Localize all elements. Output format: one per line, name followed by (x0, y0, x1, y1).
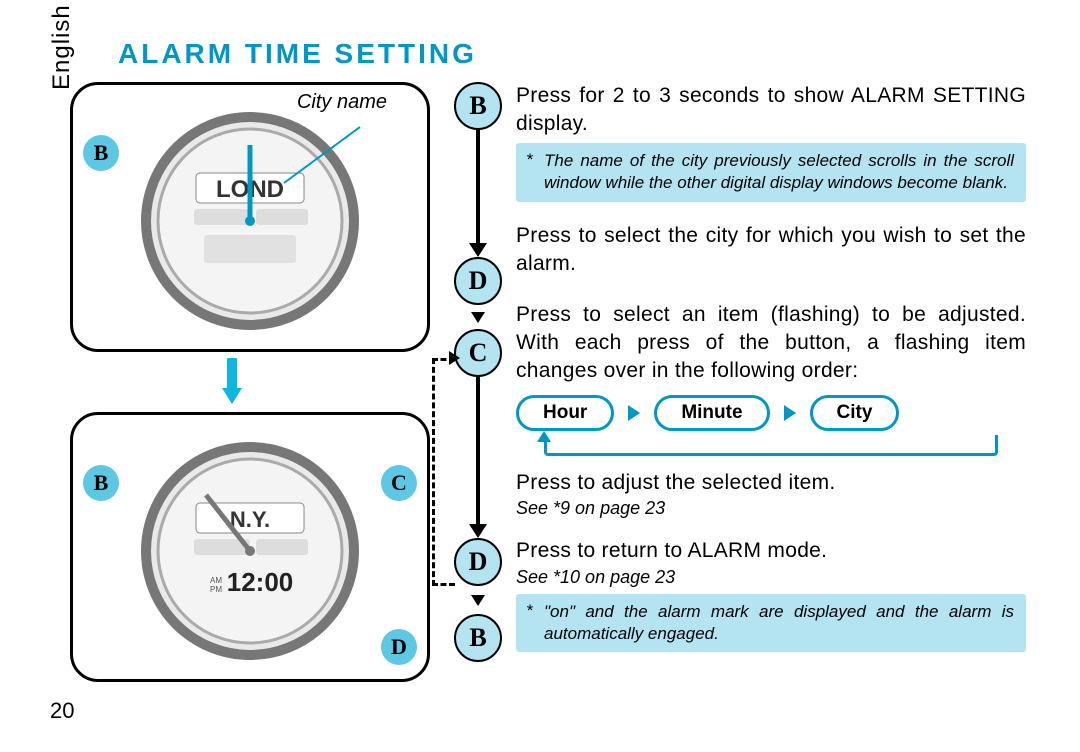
button-d-marker: D (381, 629, 417, 665)
button-b-marker: B (83, 135, 119, 171)
step-b1-note: * The name of the city previously select… (516, 143, 1026, 202)
step-b2-text: Press to return to ALARM mode. (516, 537, 1026, 565)
flow-bubble-b2: B (454, 614, 502, 662)
step-b1-text: Press for 2 to 3 seconds to show ALARM S… (516, 82, 1026, 137)
svg-text:AM: AM (210, 576, 222, 585)
flow-arrow-down-left (220, 358, 430, 406)
flow-loop-arrowhead (449, 351, 460, 365)
step-d2-text: Press to adjust the selected item. (516, 469, 1026, 497)
item-sequence: Hour Minute City (516, 395, 1026, 431)
page-number: 20 (50, 698, 74, 724)
step-b2-note: * "on" and the alarm mark are displayed … (516, 594, 1026, 653)
watch-face-1: LOND (134, 105, 366, 337)
watch-panel-1: City name B LOND (70, 82, 430, 352)
flow-bubble-d1: D (454, 257, 502, 305)
button-c-marker: C (381, 465, 417, 501)
flow-bubble-b1: B (454, 82, 502, 130)
seq-loop-line (544, 435, 998, 456)
language-label: English (48, 4, 76, 90)
page-title: ALARM TIME SETTING (118, 38, 1026, 70)
step-b2-ref: See *10 on page 23 (516, 567, 1026, 588)
svg-text:N.Y.: N.Y. (230, 507, 270, 532)
flow-bubble-d2: D (454, 538, 502, 586)
illustration-column: City name B LOND (70, 82, 430, 682)
step-d2-ref: See *9 on page 23 (516, 498, 1026, 519)
svg-text:PM: PM (210, 585, 222, 594)
seq-loop-arrow (537, 431, 551, 442)
step-b2-note-text: "on" and the alarm mark are displayed an… (544, 602, 1014, 643)
flow-bubble-c1: C (454, 329, 502, 377)
seq-arrow-1 (628, 405, 640, 421)
button-b-marker-2: B (83, 465, 119, 501)
svg-text:12:00: 12:00 (227, 567, 294, 597)
flow-loop-dashed (432, 358, 455, 586)
watch-face-2: N.Y. AM PM 12:00 (134, 435, 366, 667)
flow-strip: B D C D B (452, 82, 504, 722)
seq-city: City (810, 395, 900, 431)
step-b1-note-text: The name of the city previously selected… (544, 151, 1014, 192)
seq-minute: Minute (654, 395, 769, 431)
seq-hour: Hour (516, 395, 614, 431)
watch-panel-2: B C D N.Y. AM PM 12:00 (70, 412, 430, 682)
instructions-column: B D C D B Press for (452, 82, 1026, 652)
step-d1-text: Press to select the city for which you w… (516, 222, 1026, 277)
seq-arrow-2 (784, 405, 796, 421)
step-c1-text: Press to select an item (flashing) to be… (516, 301, 1026, 384)
